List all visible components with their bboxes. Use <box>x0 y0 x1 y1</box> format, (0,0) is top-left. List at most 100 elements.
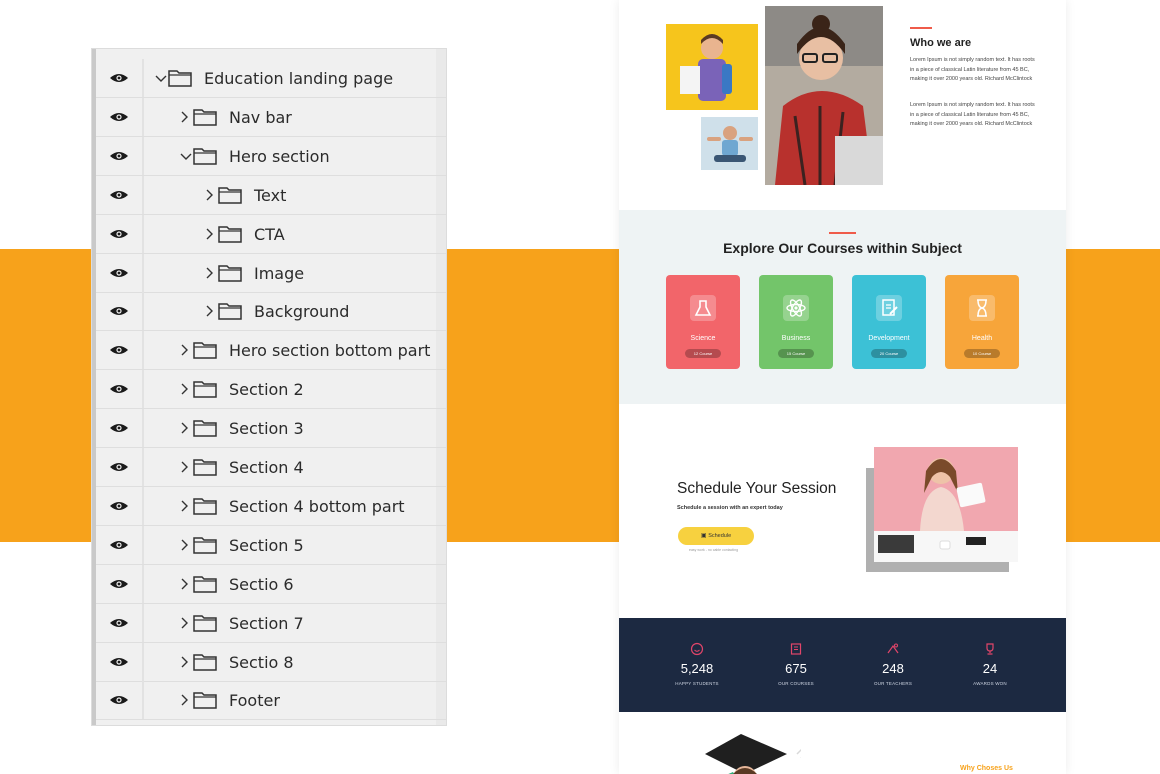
layer-row[interactable]: Sectio 6 <box>96 564 446 604</box>
chevron-right-icon[interactable] <box>179 499 189 513</box>
why-choose-us-title: Why Choses Us <box>960 765 1013 772</box>
chevron-right-icon[interactable] <box>179 343 189 357</box>
folder-icon <box>193 420 217 437</box>
folder-icon <box>218 264 242 282</box>
layer-row[interactable]: Section 4 <box>96 448 446 487</box>
visibility-toggle[interactable] <box>96 370 144 409</box>
layer-row[interactable]: Text <box>96 175 446 215</box>
edit-document-icon <box>876 295 902 321</box>
stat-students-value: 5,248 <box>680 661 714 676</box>
course-count-badge: 20 Course <box>871 349 907 358</box>
schedule-button[interactable]: ▣ Schedule <box>678 527 754 545</box>
layer-name: Hero section bottom part <box>229 341 431 361</box>
eye-icon <box>110 540 128 549</box>
visibility-toggle[interactable] <box>96 292 144 331</box>
visibility-toggle[interactable] <box>96 603 144 642</box>
course-name: Business <box>781 335 811 342</box>
chevron-right-icon[interactable] <box>204 266 214 280</box>
folder-icon <box>193 109 217 126</box>
who-paragraph-1: Lorem Ipsum is not simply random text. I… <box>910 57 1035 82</box>
layer-row[interactable]: Background <box>96 292 446 332</box>
visibility-toggle[interactable] <box>96 59 144 97</box>
book-icon <box>790 643 802 655</box>
smile-icon <box>690 642 704 656</box>
layer-row[interactable]: Section 3 <box>96 409 446 449</box>
layer-row[interactable]: Nav bar <box>96 97 446 137</box>
layer-row[interactable]: Section 7 <box>96 603 446 643</box>
who-accent-line <box>910 27 932 29</box>
chevron-right-icon[interactable] <box>179 110 189 124</box>
layer-row[interactable]: Section 2 <box>96 370 446 410</box>
folder-icon <box>193 614 217 632</box>
chevron-right-icon[interactable] <box>179 616 189 630</box>
eye-icon <box>110 618 128 627</box>
layer-row[interactable]: Sectio 8 <box>96 642 446 682</box>
course-count-badge: 12 Course <box>685 349 721 358</box>
layer-name: Image <box>254 263 305 283</box>
visibility-toggle[interactable] <box>96 97 144 136</box>
layer-name: Section 3 <box>229 419 304 439</box>
eye-icon <box>110 190 128 199</box>
eye-icon <box>110 385 128 394</box>
chevron-right-icon[interactable] <box>179 382 189 396</box>
chevron-right-icon[interactable] <box>204 304 214 318</box>
layer-name: Text <box>254 185 287 205</box>
schedule-button-label: Schedule <box>708 533 732 539</box>
trophy-icon <box>986 643 994 655</box>
visibility-toggle[interactable] <box>96 642 144 681</box>
student-photo-laptop <box>765 6 883 185</box>
visibility-toggle[interactable] <box>96 331 144 370</box>
graduate-photo <box>705 734 801 774</box>
layer-row[interactable]: Footer <box>96 681 446 721</box>
chevron-right-icon[interactable] <box>179 577 189 591</box>
visibility-toggle[interactable] <box>96 681 144 720</box>
chevron-right-icon[interactable] <box>179 655 189 669</box>
folder-open-icon <box>168 70 192 87</box>
visibility-toggle[interactable] <box>96 253 144 292</box>
folder-icon <box>193 498 217 515</box>
who-paragraph-2: Lorem Ipsum is not simply random text. I… <box>910 102 1035 127</box>
eye-icon <box>110 307 128 316</box>
folder-icon <box>193 342 217 360</box>
courses-title: Explore Our Courses within Subject <box>723 240 962 256</box>
folder-icon <box>218 186 242 204</box>
eye-icon <box>110 229 128 238</box>
course-card-health[interactable]: Health 10 Course <box>945 275 1019 369</box>
layer-row[interactable]: Education landing page <box>96 59 446 98</box>
visibility-toggle[interactable] <box>96 175 144 214</box>
chevron-right-icon[interactable] <box>179 421 189 435</box>
chevron-right-icon[interactable] <box>179 538 189 552</box>
teacher-icon <box>887 643 899 654</box>
layer-row[interactable]: CTA <box>96 214 446 254</box>
chevron-right-icon[interactable] <box>179 460 189 474</box>
visibility-toggle[interactable] <box>96 448 144 486</box>
course-name: Health <box>971 335 993 342</box>
visibility-toggle[interactable] <box>96 525 144 564</box>
eye-icon <box>110 74 128 82</box>
layer-row[interactable]: Section 4 bottom part <box>96 486 446 526</box>
courses-section: Explore Our Courses within Subject Scien… <box>619 210 1066 404</box>
visibility-toggle[interactable] <box>96 486 144 525</box>
visibility-toggle[interactable] <box>96 564 144 603</box>
layer-row[interactable]: Hero section bottom part <box>96 331 446 371</box>
chevron-down-icon[interactable] <box>154 71 168 85</box>
course-card-business[interactable]: Business 15 Course <box>759 275 833 369</box>
chevron-right-icon[interactable] <box>179 693 189 707</box>
website-mockup: Who we are Lorem Ipsum is not simply ran… <box>619 0 1066 774</box>
chevron-right-icon[interactable] <box>204 227 214 241</box>
layer-name: Nav bar <box>229 107 292 127</box>
layer-name: Section 4 <box>229 458 304 477</box>
visibility-toggle[interactable] <box>96 214 144 253</box>
chevron-down-icon[interactable] <box>179 149 193 163</box>
visibility-toggle[interactable] <box>96 136 144 175</box>
layer-name: CTA <box>254 224 285 244</box>
course-card-development[interactable]: Development 20 Course <box>852 275 926 369</box>
layer-row[interactable]: Section 5 <box>96 525 446 565</box>
visibility-toggle[interactable] <box>96 409 144 448</box>
chevron-right-icon[interactable] <box>204 188 214 202</box>
layer-row[interactable]: Hero section <box>96 136 446 176</box>
layer-row[interactable]: Image <box>96 253 446 293</box>
course-count-badge: 10 Course <box>964 349 1000 358</box>
layer-name: Section 7 <box>229 613 304 633</box>
course-card-science[interactable]: Science 12 Course <box>666 275 740 369</box>
